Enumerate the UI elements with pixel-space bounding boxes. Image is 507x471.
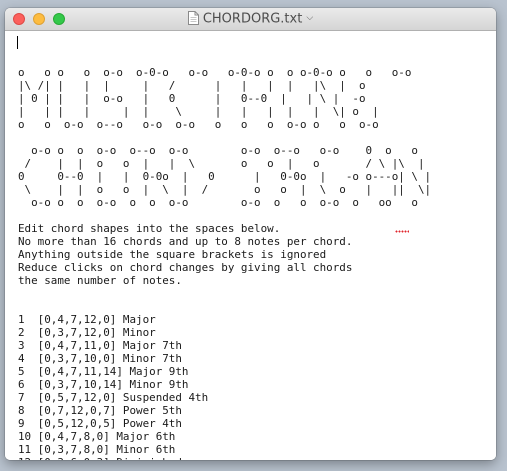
text-area[interactable]: o o o o o-o o-0-o o-o o-0-o o o o-0-o o …: [5, 31, 496, 460]
window-title-area[interactable]: CHORDORG.txt ⌵: [5, 8, 496, 30]
document-text[interactable]: o o o o o-o o-0-o o-o o-0-o o o o-0-o o …: [18, 53, 431, 460]
chevron-down-icon[interactable]: ⌵: [306, 8, 313, 29]
document-icon: [187, 11, 199, 25]
title-bar[interactable]: CHORDORG.txt ⌵: [5, 8, 496, 31]
text-editor-window: CHORDORG.txt ⌵ o o o o o-o o-0-o o-o o-0-…: [5, 8, 496, 460]
spellcheck-underline: [395, 230, 409, 233]
text-cursor: [17, 36, 18, 49]
window-title: CHORDORG.txt: [202, 11, 303, 27]
